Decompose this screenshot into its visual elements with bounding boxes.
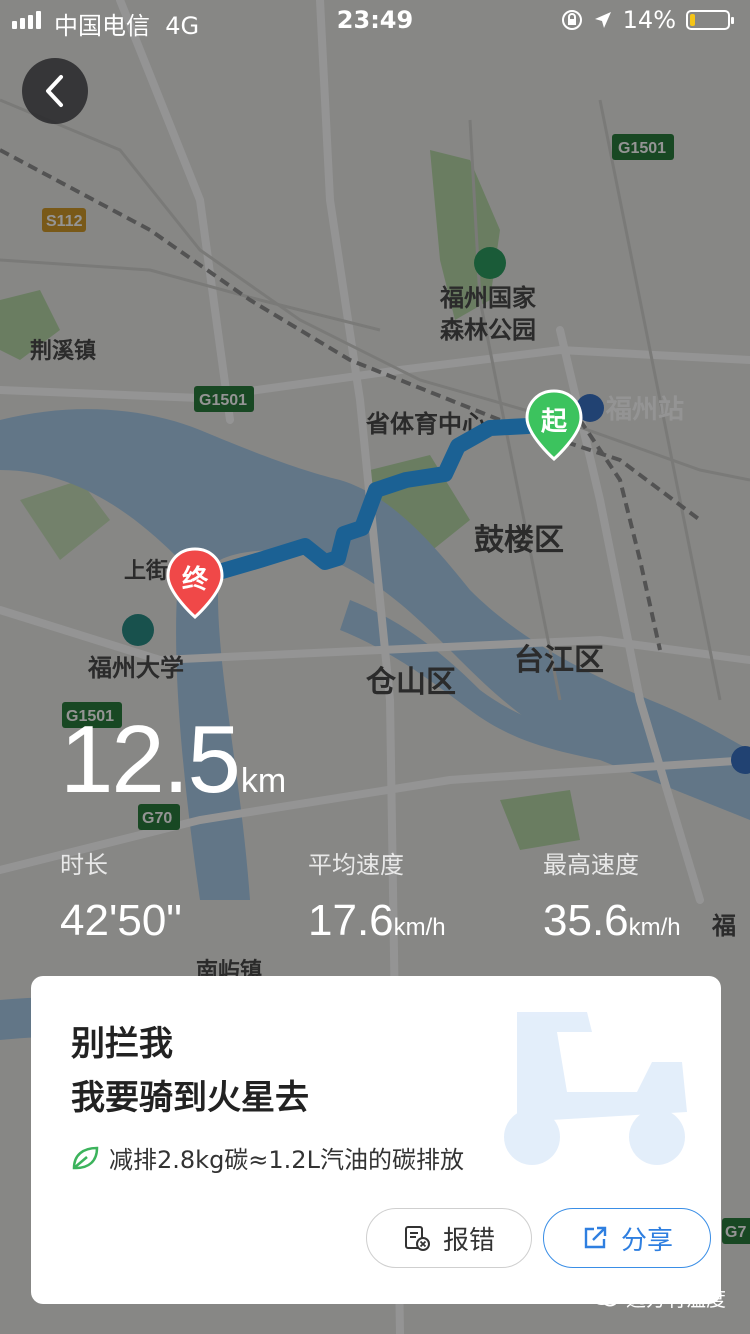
wechat-watermark: 远方有温度: [592, 1283, 726, 1312]
battery-icon: [686, 10, 734, 30]
scooter-watermark-icon: [504, 1012, 687, 1165]
report-error-label: 报错: [442, 1225, 495, 1256]
road-shield: G1501: [199, 392, 247, 409]
road-shield: G7: [725, 1224, 746, 1241]
map-label-fuzhou-station: 福州站: [605, 395, 684, 425]
max-speed-label: 最高速度: [543, 851, 639, 879]
end-marker-label: 终: [181, 565, 208, 595]
share-icon: [584, 1226, 607, 1249]
share-button[interactable]: 分享: [543, 1208, 711, 1268]
distance-display: 12.5km: [60, 705, 286, 815]
duration-stat: 时长 42'50": [60, 845, 182, 946]
report-doc-icon: [404, 1226, 430, 1251]
map-label-gulou: 鼓楼区: [474, 523, 564, 558]
share-label: 分享: [620, 1225, 673, 1256]
location-arrow-icon: [594, 12, 611, 28]
max-speed-value: 35.6: [543, 896, 629, 945]
avg-speed-label: 平均速度: [308, 851, 404, 879]
status-bar: 中国电信 4G 23:49 14%: [0, 0, 750, 40]
end-marker[interactable]: 终: [166, 547, 224, 620]
rotation-lock-icon: [561, 10, 582, 30]
watermark-text: 远方有温度: [626, 1287, 726, 1311]
map-label-forest-park: 森林公园: [440, 316, 536, 344]
card-title-line1: 别拦我: [71, 1024, 173, 1064]
start-marker[interactable]: 起: [525, 389, 583, 462]
duration-value: 42'50": [60, 896, 182, 945]
map-label-fu-edge: 福: [711, 912, 736, 940]
map-label-cangshan: 仓山区: [366, 665, 456, 700]
map-label-jingxi: 荆溪镇: [30, 339, 96, 364]
distance-unit: km: [240, 762, 287, 800]
max-speed-unit: km/h: [628, 914, 681, 941]
chevron-left-icon: [46, 75, 63, 107]
battery-percent: 14%: [622, 6, 676, 34]
ride-summary-card: 别拦我 我要骑到火星去 减排2.8kg碳≈1.2L汽油的碳排放 报错 分享: [31, 976, 721, 1304]
map-label-fuzhou-university: 福州大学: [87, 654, 184, 682]
card-title-line2: 我要骑到火星去: [71, 1078, 309, 1118]
wechat-icon: [592, 1288, 618, 1306]
leaf-icon: [72, 1146, 99, 1169]
back-button[interactable]: [22, 58, 88, 124]
map-label-shangjie: 上街: [124, 558, 168, 584]
carbon-info: 减排2.8kg碳≈1.2L汽油的碳排放: [71, 1140, 464, 1175]
map-label-taijiang: 台江区: [514, 643, 604, 678]
map-label-forest-park: 福州国家: [439, 284, 536, 312]
road-shield: S112: [46, 213, 83, 230]
avg-speed-stat: 平均速度 17.6km/h: [308, 845, 446, 946]
distance-value: 12.5: [60, 706, 241, 813]
avg-speed-unit: km/h: [393, 914, 446, 941]
report-error-button[interactable]: 报错: [366, 1208, 532, 1268]
road-shield: G1501: [618, 140, 666, 157]
carbon-text: 减排2.8kg碳≈1.2L汽油的碳排放: [109, 1146, 464, 1174]
max-speed-stat: 最高速度 35.6km/h: [543, 845, 681, 946]
avg-speed-value: 17.6: [308, 896, 394, 945]
start-marker-label: 起: [540, 407, 567, 437]
duration-label: 时长: [60, 851, 108, 879]
